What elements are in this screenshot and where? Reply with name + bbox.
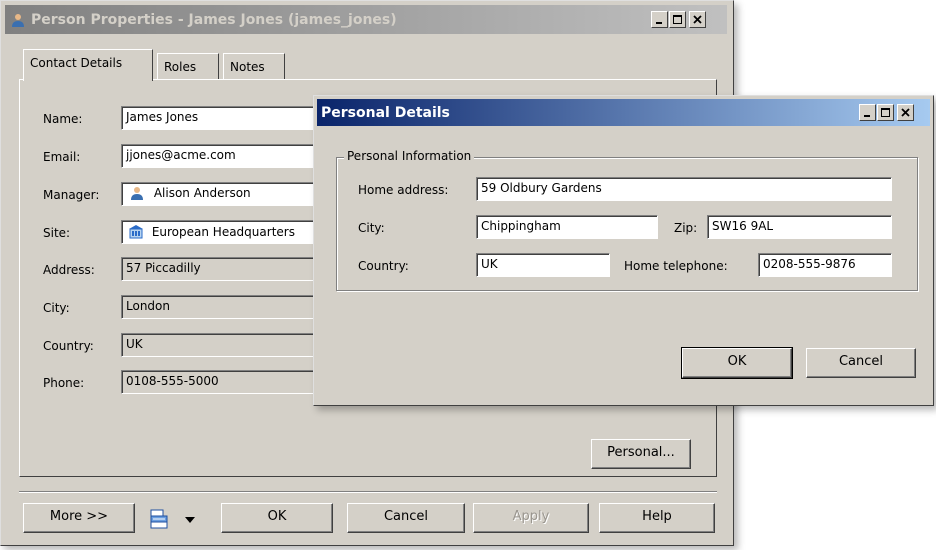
cancel-button[interactable]: Cancel bbox=[806, 348, 916, 378]
personal-button[interactable]: Personal... bbox=[591, 439, 691, 469]
tab-label: Roles bbox=[164, 60, 197, 74]
minimize-icon bbox=[864, 115, 870, 117]
close-button[interactable] bbox=[897, 104, 914, 121]
home-telephone-field[interactable]: 0208-555-9876 bbox=[758, 253, 892, 277]
tab-contact-details[interactable]: Contact Details bbox=[23, 49, 153, 81]
tab-label: Notes bbox=[230, 60, 265, 74]
minimize-icon bbox=[656, 22, 662, 24]
city-field[interactable]: Chippingham bbox=[476, 215, 658, 239]
personal-details-dialog: Personal Details Personal Information Ho… bbox=[313, 95, 934, 406]
print-dropdown[interactable] bbox=[147, 506, 203, 532]
email-label: Email: bbox=[43, 150, 81, 164]
apply-button[interactable]: Apply bbox=[473, 503, 589, 533]
city-label: City: bbox=[43, 301, 70, 315]
document-icon bbox=[150, 509, 168, 529]
building-icon bbox=[129, 225, 143, 239]
close-button[interactable] bbox=[689, 11, 706, 28]
home-telephone-label: Home telephone: bbox=[624, 259, 728, 273]
site-value: European Headquarters bbox=[151, 225, 295, 239]
minimize-button[interactable] bbox=[651, 11, 668, 28]
help-button[interactable]: Help bbox=[599, 503, 715, 533]
phone-label: Phone: bbox=[43, 376, 85, 390]
site-field[interactable]: European Headquarters bbox=[121, 220, 321, 244]
dialog-title: Personal Details bbox=[321, 105, 450, 121]
window-title: Person Properties - James Jones (james_j… bbox=[31, 12, 397, 28]
more-button[interactable]: More >> bbox=[23, 503, 135, 533]
maximize-icon bbox=[673, 15, 682, 24]
minimize-button[interactable] bbox=[859, 104, 876, 121]
phone-field[interactable]: 0108-555-5000 bbox=[121, 370, 321, 394]
zip-field[interactable]: SW16 9AL bbox=[707, 215, 892, 239]
address-label: Address: bbox=[43, 263, 95, 277]
close-icon bbox=[901, 108, 910, 117]
home-address-label: Home address: bbox=[358, 183, 449, 197]
separator bbox=[19, 491, 717, 493]
city-field[interactable]: London bbox=[121, 295, 321, 319]
ok-button[interactable]: OK bbox=[221, 503, 333, 533]
country-field[interactable]: UK bbox=[121, 333, 321, 357]
name-label: Name: bbox=[43, 112, 83, 126]
close-icon bbox=[693, 15, 702, 24]
zip-label: Zip: bbox=[674, 221, 698, 235]
maximize-button[interactable] bbox=[669, 11, 686, 28]
group-label: Personal Information bbox=[344, 149, 475, 163]
tab-notes[interactable]: Notes bbox=[223, 53, 285, 79]
tab-roles[interactable]: Roles bbox=[157, 53, 219, 79]
home-address-field[interactable]: 59 Oldbury Gardens bbox=[476, 177, 892, 201]
tab-label: Contact Details bbox=[30, 56, 123, 70]
email-field[interactable]: jjones@acme.com bbox=[121, 144, 321, 168]
country-label: Country: bbox=[43, 339, 94, 353]
ok-button[interactable]: OK bbox=[681, 347, 793, 379]
dropdown-arrow-icon bbox=[185, 517, 195, 523]
person-icon bbox=[12, 14, 24, 27]
address-field[interactable]: 57 Piccadilly bbox=[121, 257, 321, 281]
cancel-button[interactable]: Cancel bbox=[347, 503, 465, 533]
maximize-button[interactable] bbox=[877, 104, 894, 121]
manager-label: Manager: bbox=[43, 188, 100, 202]
manager-field[interactable]: Alison Anderson bbox=[121, 182, 321, 206]
name-field[interactable]: James Jones bbox=[121, 106, 321, 130]
title-bar[interactable]: Personal Details bbox=[317, 99, 930, 126]
country-label: Country: bbox=[358, 259, 409, 273]
site-label: Site: bbox=[43, 226, 71, 240]
title-bar[interactable]: Person Properties - James Jones (james_j… bbox=[5, 5, 727, 34]
country-field[interactable]: UK bbox=[476, 253, 610, 277]
city-label: City: bbox=[358, 221, 385, 235]
maximize-icon bbox=[881, 108, 890, 117]
person-icon bbox=[131, 187, 143, 200]
manager-value: Alison Anderson bbox=[153, 186, 251, 200]
